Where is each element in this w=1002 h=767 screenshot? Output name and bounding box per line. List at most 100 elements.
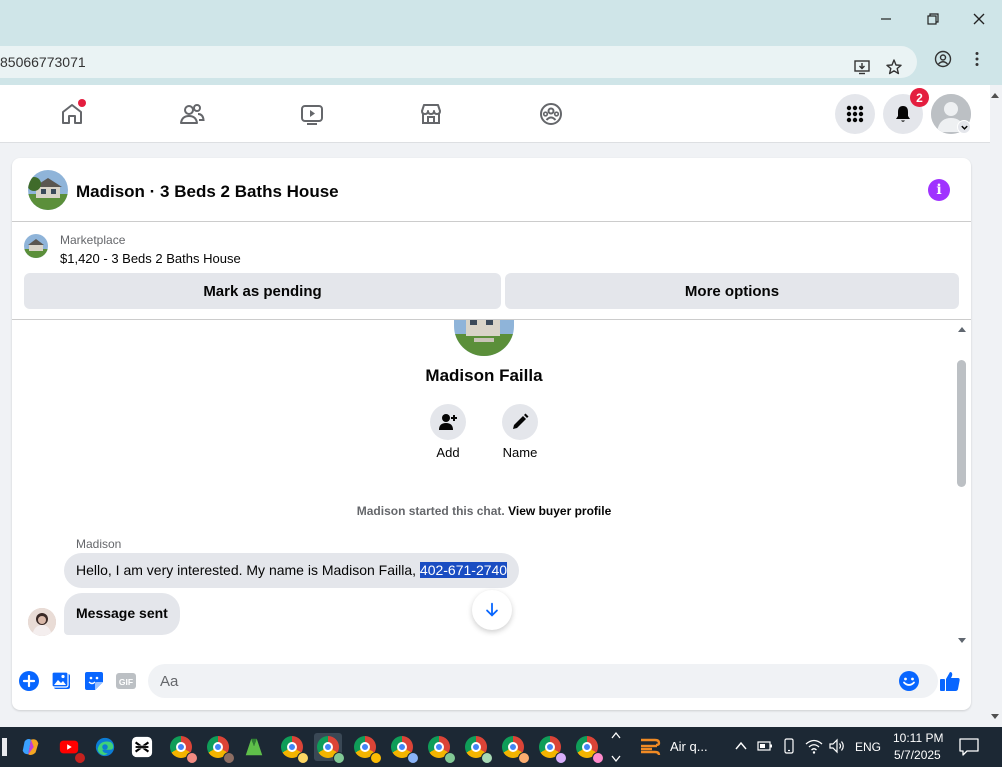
view-buyer-profile-link[interactable]: View buyer profile (508, 504, 611, 518)
like-button[interactable] (937, 668, 963, 694)
nav-video[interactable] (296, 98, 328, 130)
house-photo-icon (454, 320, 514, 356)
close-button[interactable] (968, 8, 990, 30)
battery-icon[interactable] (757, 739, 773, 753)
listing-price-title[interactable]: $1,420 - 3 Beds 2 Baths House (60, 251, 241, 266)
scroll-to-bottom-button[interactable] (472, 590, 512, 630)
chrome-profile-6[interactable] (388, 733, 419, 764)
volume-icon[interactable] (828, 738, 846, 754)
page-scroll-down-arrow[interactable] (989, 712, 1001, 722)
chrome-profile-7[interactable] (425, 733, 456, 764)
youtube-profile-app[interactable] (55, 733, 86, 764)
emoji-button[interactable] (898, 670, 920, 692)
profile-badge-icon (444, 752, 456, 764)
weather-text[interactable]: Air q... (670, 739, 708, 754)
sender-avatar[interactable] (28, 608, 56, 636)
input-language[interactable]: ENG (855, 740, 881, 754)
attach-photo-button[interactable] (51, 670, 73, 692)
listing-thumbnail[interactable] (24, 234, 48, 258)
page-scroll-up-arrow[interactable] (989, 90, 1001, 100)
profile-icon[interactable] (932, 48, 954, 70)
minimize-button[interactable] (875, 8, 897, 30)
marketplace-listing-strip: Marketplace $1,420 - 3 Beds 2 Baths Hous… (12, 223, 971, 320)
edit-name-button[interactable] (502, 404, 538, 440)
message-input[interactable]: Aa (148, 664, 938, 698)
wifi-icon[interactable] (805, 738, 823, 754)
profile-badge-icon (297, 752, 309, 764)
phone-link-icon[interactable] (781, 738, 797, 754)
chevron-down-icon (960, 125, 968, 130)
house-thumbnail-icon (24, 234, 48, 258)
copilot-app[interactable] (17, 733, 45, 761)
nav-home[interactable] (56, 98, 88, 130)
chrome-profile-9[interactable] (499, 733, 530, 764)
taskbar-app-partial[interactable] (0, 733, 8, 761)
thread-scrollbar-thumb[interactable] (957, 360, 966, 487)
message-sent-bubble[interactable]: Message sent (64, 593, 180, 635)
address-bar[interactable]: 85066773071 (0, 46, 917, 78)
app-leaf-icon (245, 738, 263, 756)
chat-header: Madison · 3 Beds 2 Baths House i (12, 158, 971, 222)
mark-as-pending-button[interactable]: Mark as pending (24, 273, 501, 309)
chrome-profile-1[interactable] (167, 733, 198, 764)
sender-name: Madison (76, 537, 122, 551)
nav-marketplace[interactable] (415, 98, 447, 130)
info-icon[interactable]: i (928, 179, 950, 201)
more-options-button[interactable]: More options (505, 273, 959, 309)
chat-started-notice: Madison started this chat. View buyer pr… (12, 504, 956, 518)
restore-button[interactable] (922, 8, 944, 30)
capcut-app[interactable] (128, 733, 156, 761)
show-hidden-icons-button[interactable] (734, 739, 748, 753)
add-friend-button[interactable] (430, 404, 466, 440)
profile-photo-icon (28, 608, 56, 636)
browser-menu-icon[interactable] (966, 48, 988, 70)
sticker-button[interactable] (83, 670, 105, 692)
phone-number-selected[interactable]: 402-671-2740 (419, 562, 508, 578)
notification-center-button[interactable] (959, 738, 979, 756)
message-thread: Madison Failla Add Name Madison started … (12, 320, 971, 650)
taskbar-overflow-scroller[interactable] (610, 729, 622, 765)
thumbs-up-icon (940, 672, 960, 691)
edge-app[interactable] (91, 733, 119, 761)
address-url[interactable]: 85066773071 (0, 54, 86, 70)
notifications-button[interactable]: 2 (883, 88, 929, 134)
gif-button[interactable]: GIF (115, 670, 137, 692)
copilot-icon (22, 739, 39, 755)
nav-groups[interactable] (535, 98, 567, 130)
browser-toolbar: 85066773071 (0, 38, 1002, 85)
profile-badge-icon (370, 752, 382, 764)
chat-started-text: Madison started this chat. (356, 504, 505, 518)
more-actions-button[interactable] (18, 670, 40, 692)
thread-scroll-down-arrow[interactable] (956, 636, 968, 646)
clock-time[interactable]: 10:11 PM (893, 731, 943, 745)
buyer-listing-photo (454, 320, 514, 356)
buyer-name[interactable]: Madison Failla (12, 366, 956, 386)
name-label: Name (502, 445, 538, 460)
thread-scroll-up-arrow[interactable] (956, 324, 968, 334)
install-app-icon[interactable] (851, 56, 873, 78)
chrome-profile-2[interactable] (204, 733, 235, 764)
bookmark-star-icon[interactable] (883, 56, 905, 78)
chrome-profile-10[interactable] (536, 733, 567, 764)
chrome-profile-8[interactable] (462, 733, 493, 764)
nav-friends[interactable] (176, 98, 208, 130)
emoji-smile-icon (899, 671, 919, 691)
message-bubble[interactable]: Hello, I am very interested. My name is … (64, 553, 520, 588)
chrome-profile-active[interactable] (314, 733, 345, 764)
chrome-profile-5[interactable] (351, 733, 382, 764)
house-photo-icon (28, 170, 68, 210)
chevron-up-icon (735, 741, 747, 750)
chrome-profile-3[interactable] (278, 733, 309, 764)
minimize-icon (881, 18, 891, 20)
weather-widget-icon[interactable] (638, 735, 662, 759)
listing-photo[interactable] (28, 170, 68, 210)
account-chevron[interactable] (957, 120, 971, 134)
chrome-profile-11[interactable] (573, 733, 604, 764)
clock-date[interactable]: 5/7/2025 (894, 748, 941, 762)
profile-badge-icon (592, 752, 604, 764)
chevron-up-down-icon (611, 731, 621, 763)
home-notification-dot (78, 99, 86, 107)
sheets-like-app[interactable] (240, 733, 268, 761)
profile-badge-icon (333, 752, 345, 764)
menu-button[interactable] (835, 94, 875, 134)
